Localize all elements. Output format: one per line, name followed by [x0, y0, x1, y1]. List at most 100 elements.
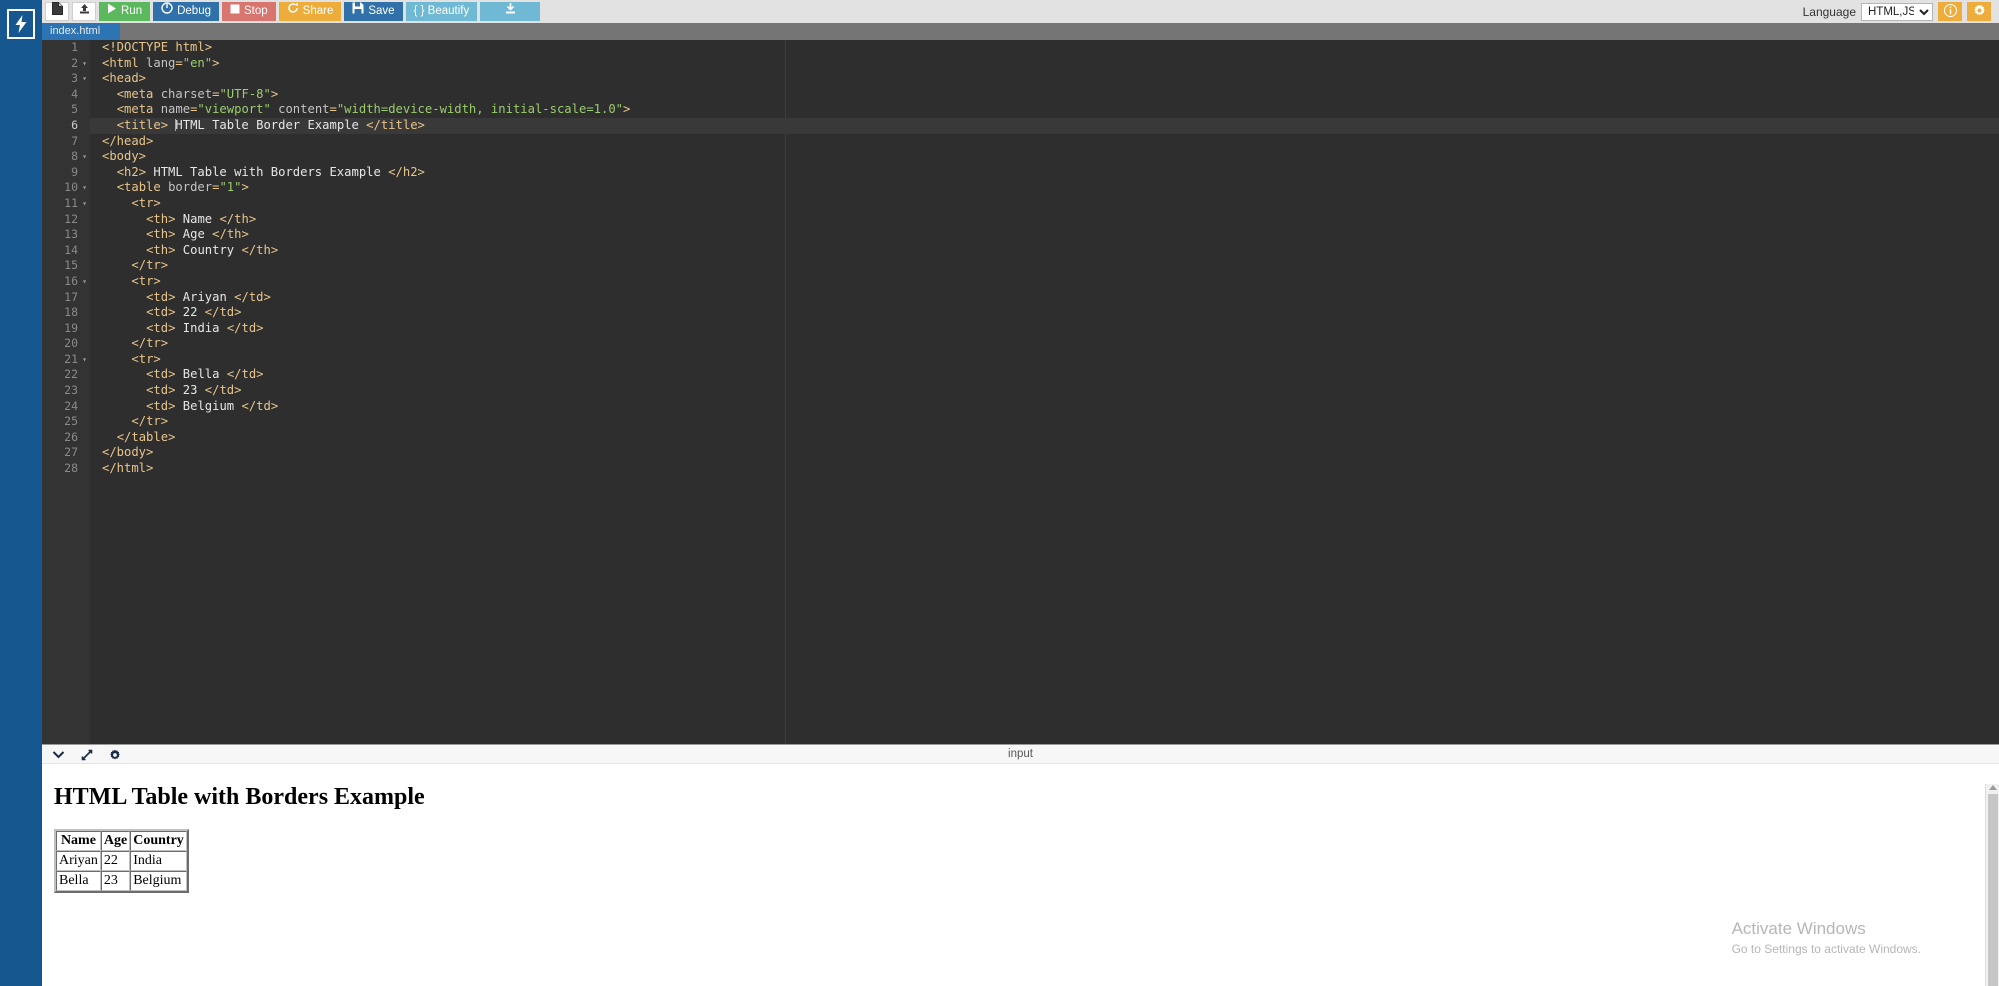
table-header-cell: Country [130, 831, 187, 851]
stop-button[interactable]: Stop [222, 2, 276, 21]
code-line-text: </table> [90, 430, 176, 446]
debug-circle-icon [161, 2, 173, 21]
scroll-up-arrow-icon[interactable] [1989, 785, 1997, 790]
code-editor[interactable]: 1 <!DOCTYPE html> 2 ▾ <html lang="en"> 3 ▾ <hea… [42, 40, 1999, 744]
code-line[interactable]: 22 <td> Bella </td> [64, 367, 1999, 383]
code-line[interactable]: 24 <td> Belgium </td> [64, 399, 1999, 415]
code-line[interactable]: 4 <meta charset="UTF-8"> [71, 86, 1999, 103]
code-line[interactable]: 28 </html> [64, 461, 1999, 477]
code-line-text: <meta name="viewport" content="width=dev… [90, 102, 631, 118]
share-button[interactable]: Share [278, 2, 342, 21]
tab-index-html[interactable]: index.html [42, 23, 120, 40]
code-line[interactable]: 3 ▾ <head> [71, 71, 1999, 87]
code-line[interactable]: 19 <td> India </td> [64, 321, 1999, 337]
code-line-text: <!DOCTYPE html> [90, 40, 212, 56]
code-token: <title> [116, 117, 176, 132]
settings-button[interactable] [1967, 2, 1991, 21]
code-token: HTML Table with Borders Example [153, 164, 389, 179]
code-line[interactable]: 11 ▾ <tr> [64, 196, 1999, 212]
code-token: <h2> [116, 164, 154, 179]
app-logo[interactable] [7, 9, 35, 39]
table-cell: Ariyan [56, 851, 101, 871]
fold-toggle-icon[interactable]: ▾ [80, 56, 89, 72]
save-button[interactable]: Save [344, 2, 403, 21]
download-button[interactable] [480, 2, 541, 21]
line-number: 1 [71, 40, 78, 54]
code-token: <body> [102, 149, 147, 164]
code-line[interactable]: 12 <th> Name </th> [64, 212, 1999, 228]
editor-code-area[interactable]: 1 <!DOCTYPE html> 2 ▾ <html lang="en"> 3 ▾ <hea… [64, 40, 1999, 744]
scrollbar-thumb[interactable] [1988, 794, 1998, 986]
fold-toggle-icon[interactable]: ▾ [80, 352, 89, 368]
code-line[interactable]: 17 <td> Ariyan </td> [64, 290, 1999, 306]
code-line[interactable]: 27 </body> [64, 445, 1999, 461]
code-token: </h2> [388, 164, 425, 179]
fold-toggle-icon[interactable]: ▾ [80, 274, 89, 290]
code-token: <meta [116, 102, 161, 117]
code-line[interactable]: 18 <td> 22 </td> [64, 305, 1999, 321]
code-line[interactable]: 9 <h2> HTML Table with Borders Example </… [71, 164, 1999, 181]
code-token: <tr> [131, 273, 161, 288]
fold-toggle-icon[interactable]: ▾ [80, 180, 89, 196]
code-token: </tr> [131, 258, 169, 273]
code-line[interactable]: 14 <th> Country </th> [64, 243, 1999, 259]
code-token: > [270, 86, 279, 101]
code-line[interactable]: 6 <title> HTML Table Border Example </tit… [71, 117, 1999, 134]
code-line-text: <td> 22 </td> [90, 305, 241, 321]
code-token: "viewport" [197, 102, 271, 117]
code-token: content [270, 102, 330, 117]
code-line-text: <td> India </td> [90, 321, 263, 337]
code-line[interactable]: 1 <!DOCTYPE html> [71, 40, 1999, 56]
play-icon [107, 2, 117, 21]
table-header-cell: Age [100, 831, 131, 851]
code-line[interactable]: 23 <td> 23 </td> [64, 383, 1999, 399]
info-button[interactable] [1938, 2, 1962, 21]
info-icon [1943, 3, 1957, 20]
code-line[interactable]: 2 ▾ <html lang="en"> [71, 55, 1999, 72]
line-number: 16 [64, 273, 78, 288]
code-line[interactable]: 20 </tr> [64, 336, 1999, 352]
table-cell: 23 [100, 871, 131, 891]
code-line[interactable]: 7 </head> [71, 133, 1999, 150]
code-token: <td> [146, 383, 183, 398]
code-line[interactable]: 8 ▾ <body> [71, 149, 1999, 165]
debug-button[interactable]: Debug [153, 2, 219, 21]
code-line[interactable]: 5 <meta name="viewport" content="width=de… [71, 102, 1999, 118]
line-number: 24 [64, 398, 78, 413]
output-panel-title: input [1008, 748, 1033, 760]
line-number: 27 [64, 445, 78, 460]
new-file-button[interactable] [45, 1, 69, 21]
code-line[interactable]: 26 </table> [64, 430, 1999, 446]
language-select[interactable]: HTML,JS,CSS [1861, 2, 1933, 21]
code-line[interactable]: 21 ▾ <tr> [64, 351, 1999, 368]
toolbar-right-group: Language HTML,JS,CSS [1803, 2, 1999, 21]
code-line-text: <th> Name </th> [90, 212, 256, 228]
line-number: 13 [64, 227, 78, 242]
output-scrollbar[interactable] [1985, 784, 1999, 986]
code-line[interactable]: 15 </tr> [64, 258, 1999, 274]
code-line[interactable]: 13 <th> Age </th> [64, 227, 1999, 243]
code-token: </head> [102, 133, 154, 148]
line-number: 20 [64, 336, 78, 351]
run-button[interactable]: Run [99, 2, 151, 21]
code-token: lang [146, 55, 176, 70]
code-line[interactable]: 10 ▾ <table border="1"> [64, 180, 1999, 196]
code-token: "en" [182, 55, 213, 70]
upload-button[interactable] [72, 2, 96, 21]
code-token: Age [182, 227, 213, 242]
code-line-text: <tr> [90, 196, 160, 212]
fold-toggle-icon[interactable]: ▾ [80, 71, 89, 87]
upload-icon [78, 2, 91, 22]
beautify-button[interactable]: { } Beautify [405, 2, 478, 21]
code-token: > [623, 102, 631, 117]
code-line[interactable]: 16 ▾ <tr> [64, 273, 1999, 290]
code-token: <tr> [131, 351, 161, 366]
preview-table: Name Age Country Ariyan 22 India Bella 23 Belgi… [54, 829, 189, 893]
code-token: 22 [182, 305, 205, 320]
fold-toggle-icon[interactable]: ▾ [80, 149, 89, 165]
line-number: 3 [71, 71, 78, 86]
output-panel-header: input [42, 745, 1999, 764]
fold-toggle-icon[interactable]: ▾ [80, 196, 89, 212]
code-line-text: <th> Country </th> [90, 243, 278, 259]
code-line[interactable]: 25 </tr> [64, 414, 1999, 430]
